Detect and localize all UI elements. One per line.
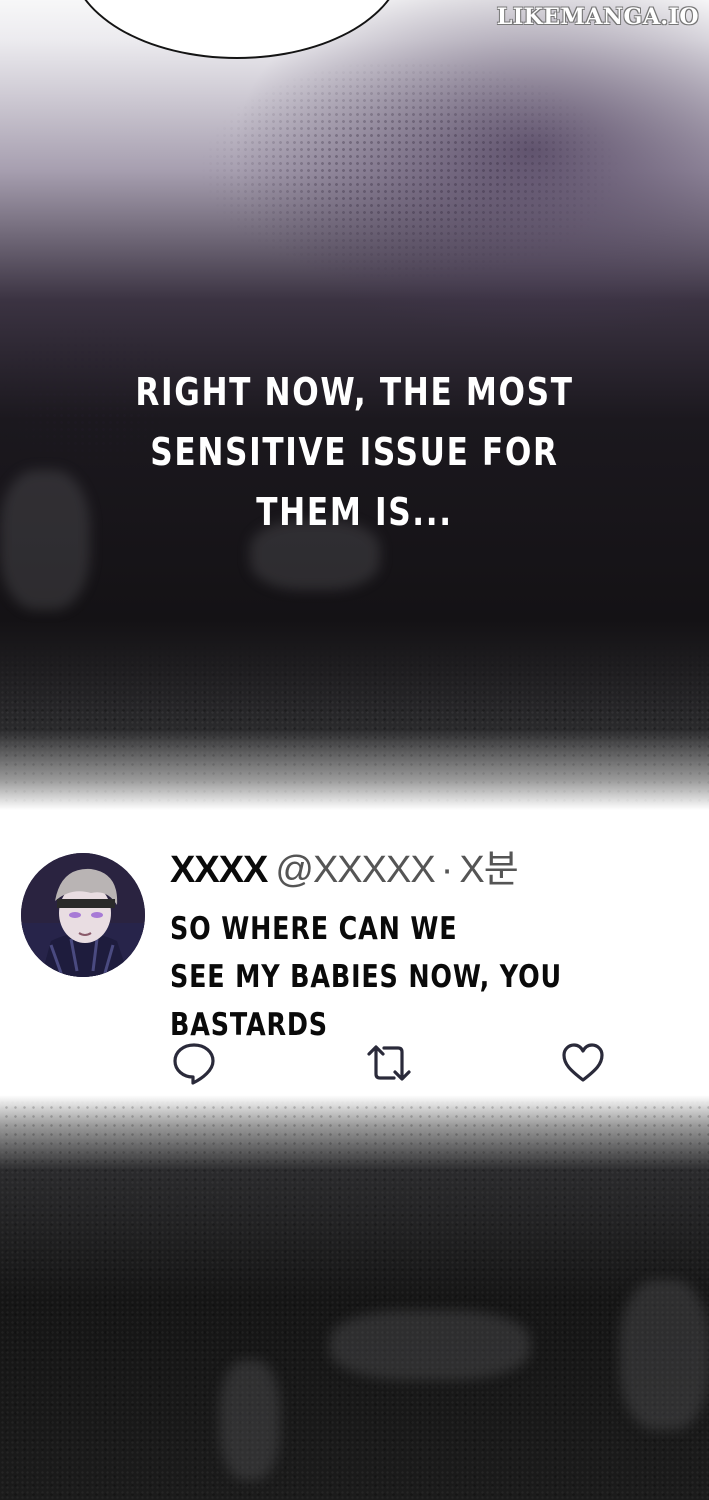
manga-page: LIKEMANGA.IO RIGHT NOW, THE MOST SENSITI… (0, 0, 709, 1500)
smoke-blotch (620, 1280, 709, 1430)
user-handle[interactable]: @XXXXX (275, 849, 435, 891)
tweet-header: XXXX @XXXXX · X분 (170, 847, 519, 893)
tweet-text: SO WHERE CAN WE SEE MY BABIES NOW, YOU B… (170, 905, 562, 1049)
narration-line: RIGHT NOW, THE MOST (135, 370, 574, 414)
tweet-text-line: BASTARDS (170, 1007, 328, 1043)
tweet-text-line: SEE MY BABIES NOW, YOU (170, 959, 562, 995)
smoke-blotch (330, 1310, 530, 1380)
smoke-blotch (220, 1360, 280, 1480)
heart-icon[interactable] (560, 1040, 606, 1086)
avatar[interactable] (21, 853, 145, 977)
reply-icon[interactable] (171, 1040, 217, 1086)
timestamp[interactable]: X분 (459, 849, 518, 891)
noise-texture-bottom (0, 1100, 709, 1500)
halftone-cloud (130, 20, 690, 320)
display-name[interactable]: XXXX (170, 849, 268, 891)
site-watermark: LIKEMANGA.IO (496, 4, 699, 30)
narration-caption: RIGHT NOW, THE MOST SENSITIVE ISSUE FOR … (64, 362, 645, 542)
retweet-icon[interactable] (364, 1040, 411, 1086)
separator-dot: · (440, 849, 454, 891)
narration-line: THEM IS... (256, 490, 453, 534)
tweet-text-line: SO WHERE CAN WE (170, 911, 458, 947)
tweet-card: XXXX @XXXXX · X분 SO WHERE CAN WE SEE MY BAB… (0, 835, 709, 1095)
narration-line: SENSITIVE ISSUE FOR (150, 430, 559, 474)
noise-texture-top (0, 640, 709, 810)
